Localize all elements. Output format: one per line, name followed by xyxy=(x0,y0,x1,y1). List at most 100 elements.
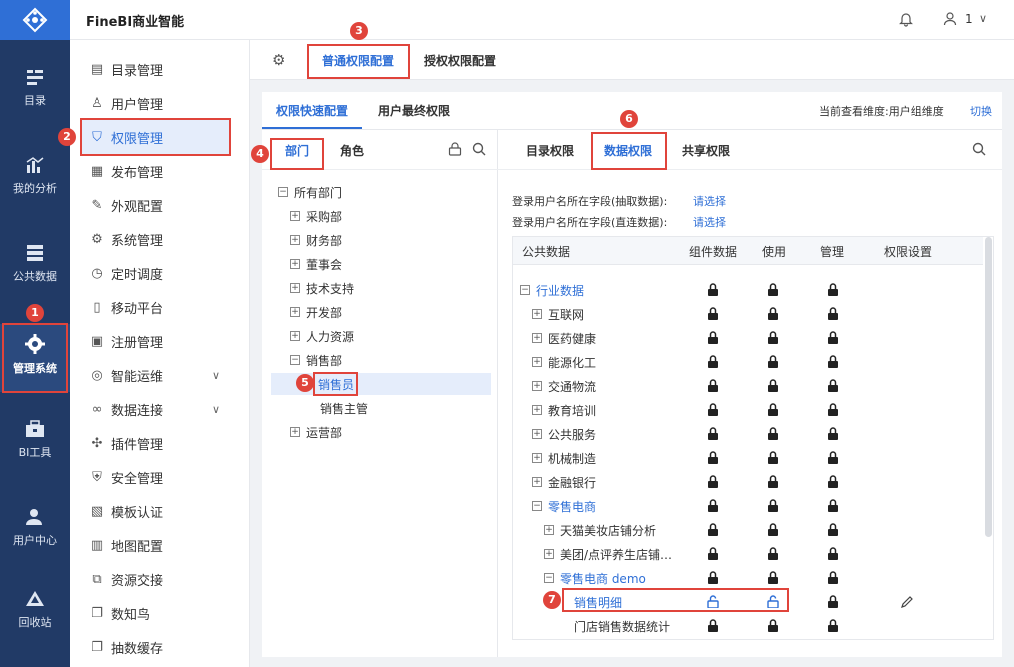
lock-icon[interactable] xyxy=(827,403,839,416)
table-row[interactable]: 门店销售数据统计 xyxy=(574,616,670,636)
lock-icon[interactable] xyxy=(827,475,839,488)
bell-icon[interactable] xyxy=(898,11,914,30)
lock-icon[interactable] xyxy=(827,499,839,512)
lock-icon[interactable] xyxy=(767,355,779,368)
sidebar-item-connection[interactable]: ∞ 数据连接 ∨ xyxy=(90,398,220,420)
lock-icon[interactable] xyxy=(827,571,839,584)
lock-icon[interactable] xyxy=(767,451,779,464)
chevron-down-icon[interactable]: ∨ xyxy=(979,12,987,25)
expand-icon[interactable]: + xyxy=(290,331,300,341)
table-row[interactable]: + 公共服务 xyxy=(532,424,596,444)
lock-icon[interactable] xyxy=(827,451,839,464)
lock-icon[interactable] xyxy=(767,403,779,416)
tree-node[interactable]: − 销售部 xyxy=(290,350,342,370)
sidebar-item-users[interactable]: ♙ 用户管理 xyxy=(90,92,163,114)
sidebar-item-template-cert[interactable]: ▧ 模板认证 xyxy=(90,500,163,522)
sidebar-item-register[interactable]: ▣ 注册管理 xyxy=(90,330,163,352)
edit-icon[interactable] xyxy=(900,595,914,612)
lock-icon[interactable] xyxy=(767,499,779,512)
lock-icon[interactable] xyxy=(707,571,719,584)
lock-settings-icon[interactable] xyxy=(448,142,462,159)
lock-icon[interactable] xyxy=(707,619,719,632)
nav-public-data[interactable]: 公共数据 xyxy=(0,244,70,284)
lock-icon[interactable] xyxy=(707,307,719,320)
nav-analysis[interactable]: 我的分析 xyxy=(0,156,70,196)
expand-icon[interactable]: + xyxy=(532,453,542,463)
expand-icon[interactable]: + xyxy=(544,549,554,559)
lock-icon[interactable] xyxy=(767,475,779,488)
lock-icon[interactable] xyxy=(707,451,719,464)
table-row[interactable]: + 天猫美妆店铺分析 xyxy=(544,520,656,540)
expand-icon[interactable]: + xyxy=(290,307,300,317)
settings-icon[interactable]: ⚙ xyxy=(272,51,285,69)
expand-icon[interactable]: + xyxy=(290,235,300,245)
tab-role[interactable]: 角色 xyxy=(340,142,364,159)
tab-catalog-permission[interactable]: 目录权限 xyxy=(526,142,574,159)
table-row[interactable]: + 教育培训 xyxy=(532,400,596,420)
tree-node[interactable]: 销售主管 xyxy=(320,398,368,418)
lock-icon[interactable] xyxy=(767,331,779,344)
expand-icon[interactable]: + xyxy=(532,405,542,415)
nav-bi-tools[interactable]: BI工具 xyxy=(0,420,70,460)
table-row[interactable]: + 互联网 xyxy=(532,304,584,324)
sidebar-item-publish[interactable]: ▦ 发布管理 xyxy=(90,160,163,182)
expand-icon[interactable]: + xyxy=(532,309,542,319)
collapse-icon[interactable]: − xyxy=(520,285,530,295)
sidebar-item-ops[interactable]: ◎ 智能运维 ∨ xyxy=(90,364,220,386)
table-row[interactable]: + 美团/点评养生店铺… xyxy=(544,544,672,564)
user-name[interactable]: 1 xyxy=(965,12,973,26)
lock-icon[interactable] xyxy=(827,619,839,632)
sidebar-item-plugins[interactable]: ✣ 插件管理 xyxy=(90,432,163,454)
table-row[interactable]: − 零售电商 xyxy=(532,496,596,516)
tree-node[interactable]: + 采购部 xyxy=(290,206,342,226)
nav-catalog[interactable]: 目录 xyxy=(0,68,70,108)
lock-icon[interactable] xyxy=(707,499,719,512)
expand-icon[interactable]: + xyxy=(532,429,542,439)
expand-icon[interactable]: + xyxy=(290,283,300,293)
tab-share-permission[interactable]: 共享权限 xyxy=(682,142,730,159)
expand-icon[interactable]: + xyxy=(290,427,300,437)
table-row[interactable]: + 交通物流 xyxy=(532,376,596,396)
expand-icon[interactable]: + xyxy=(532,357,542,367)
lock-icon[interactable] xyxy=(767,379,779,392)
sidebar-item-zhiniao[interactable]: ❐ 数知鸟 xyxy=(90,602,150,624)
expand-icon[interactable]: + xyxy=(532,477,542,487)
lock-icon[interactable] xyxy=(707,283,719,296)
sidebar-item-cache[interactable]: ❐ 抽数缓存 xyxy=(90,636,163,658)
sidebar-item-handover[interactable]: ⧉ 资源交接 xyxy=(90,568,163,590)
table-row[interactable]: + 医药健康 xyxy=(532,328,596,348)
collapse-icon[interactable]: − xyxy=(544,573,554,583)
expand-icon[interactable]: + xyxy=(532,333,542,343)
lock-icon[interactable] xyxy=(707,355,719,368)
tree-node[interactable]: + 开发部 xyxy=(290,302,342,322)
tree-node-all-depts[interactable]: − 所有部门 xyxy=(278,182,342,202)
tree-node[interactable]: + 财务部 xyxy=(290,230,342,250)
lock-icon[interactable] xyxy=(827,547,839,560)
search-icon[interactable] xyxy=(472,142,486,159)
lock-icon[interactable] xyxy=(767,427,779,440)
tree-node[interactable]: + 人力资源 xyxy=(290,326,354,346)
lock-icon[interactable] xyxy=(767,283,779,296)
lock-icon[interactable] xyxy=(767,619,779,632)
sidebar-item-map[interactable]: ▥ 地图配置 xyxy=(90,534,163,556)
tree-node[interactable]: + 技术支持 xyxy=(290,278,354,298)
table-row[interactable]: − 行业数据 xyxy=(520,280,584,300)
lock-icon[interactable] xyxy=(707,403,719,416)
lock-icon[interactable] xyxy=(707,427,719,440)
nav-user-center[interactable]: 用户中心 xyxy=(0,508,70,548)
user-icon[interactable] xyxy=(942,11,958,30)
lock-icon[interactable] xyxy=(767,571,779,584)
tree-node[interactable]: + 董事会 xyxy=(290,254,342,274)
lock-icon[interactable] xyxy=(707,547,719,560)
nav-recycle[interactable]: 回收站 xyxy=(0,590,70,630)
lock-icon[interactable] xyxy=(827,523,839,536)
collapse-icon[interactable]: − xyxy=(290,355,300,365)
tree-node[interactable]: + 运营部 xyxy=(290,422,342,442)
lock-icon[interactable] xyxy=(707,475,719,488)
expand-icon[interactable]: + xyxy=(290,259,300,269)
sidebar-item-mobile[interactable]: ▯ 移动平台 xyxy=(90,296,163,318)
lock-icon[interactable] xyxy=(827,379,839,392)
lock-icon[interactable] xyxy=(827,595,839,608)
subtab-final-permission[interactable]: 用户最终权限 xyxy=(378,102,450,119)
lock-icon[interactable] xyxy=(767,307,779,320)
